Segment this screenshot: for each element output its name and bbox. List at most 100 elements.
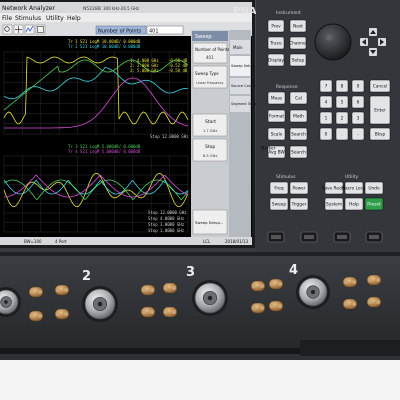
keypad-key[interactable]: 4 — [319, 95, 333, 109]
keypad-enter-label: Enter — [374, 108, 386, 114]
keypad-key[interactable]: 2 — [335, 111, 349, 125]
stimulus-button[interactable]: Freq — [269, 181, 289, 195]
coupler-loop — [268, 278, 284, 290]
instrument-button[interactable]: Display — [267, 53, 284, 67]
upper-stop-label: Stop 12.0000 GHz — [150, 134, 189, 139]
response-button[interactable]: Cal — [289, 91, 308, 105]
stimulus-button-label: Sweep — [272, 202, 287, 208]
port-number-2: 2 — [82, 269, 91, 284]
stop-label: Stop — [205, 144, 215, 150]
response-button-label: Cal — [295, 96, 302, 102]
instrument-button[interactable]: Trace — [267, 36, 285, 50]
keypad-backspace[interactable]: Bksp — [369, 127, 391, 141]
coupler-loop — [162, 306, 178, 318]
keypad-key[interactable]: 5 — [335, 95, 349, 109]
upper-trace-window: Tr 1 S21 LogM 10.00dB/ 0.000dB Tr 2 S21 … — [2, 38, 190, 140]
lower-trace-header-2: Tr 4 S21 LogM 5.000dB/ 0.000dB — [68, 149, 141, 154]
keypad-key[interactable]: 6 — [351, 95, 365, 109]
points-softkey-value: 401 — [206, 55, 214, 60]
knob-icon[interactable] — [314, 23, 352, 61]
instrument-button[interactable]: Channel — [289, 36, 307, 50]
section-stimulus: Stimulus — [276, 174, 296, 180]
stimulus-button[interactable]: Sweep — [269, 197, 289, 211]
keypad-key-label: 0 — [325, 132, 328, 138]
instrument-button-label: Display — [268, 58, 284, 64]
network-analyzer-photo: Network Analyzer N5228B 300 kHz-26.5 GHz… — [0, 0, 400, 400]
lower-trace-window: Tr 3 S21 LogM 5.000dB/ 0.000dB Tr 4 S21 … — [2, 142, 190, 236]
preset-button[interactable]: Preset — [364, 197, 384, 211]
stimulus-button[interactable]: Power — [289, 181, 309, 195]
response-button[interactable]: Meas — [267, 91, 286, 105]
keypad-key[interactable]: 7 — [319, 79, 333, 93]
upper-trace-header-2: Tr 2 S21 LogM 10.00dB/ 0.000dB — [68, 44, 141, 49]
sma-connector-icon[interactable] — [296, 275, 330, 309]
keypad-key[interactable]: 0 — [319, 127, 333, 141]
keypad-key[interactable]: . — [335, 127, 349, 141]
section-response: Response — [276, 84, 298, 90]
status-port: 4 Port — [55, 239, 67, 244]
coupler-loop — [54, 284, 70, 296]
menu-stimulus[interactable]: Stimulus — [15, 15, 41, 22]
coupler-loop — [366, 274, 382, 286]
keypad-key[interactable]: - — [351, 127, 365, 141]
coupler-loop — [268, 300, 284, 312]
tab-segment-table-label: Segment Table — [231, 102, 257, 106]
utility-button[interactable]: Undo — [364, 181, 384, 195]
keypad-enter[interactable]: Enter — [369, 95, 391, 125]
keypad-key-label: 8 — [341, 84, 344, 90]
response-button[interactable]: Format — [267, 109, 286, 123]
sma-connector-icon[interactable] — [192, 280, 228, 316]
response-button-label: Scale — [271, 132, 283, 138]
utility-button[interactable]: Help — [344, 197, 364, 211]
keypad-key-label: . — [341, 133, 342, 138]
response-button[interactable]: Search — [289, 145, 308, 159]
keypad-key-label: 7 — [325, 84, 328, 90]
menu-help[interactable]: Help — [67, 15, 81, 22]
response-button[interactable]: Search — [289, 127, 308, 141]
instrument-button[interactable]: Next — [289, 19, 307, 33]
sma-connector-icon[interactable] — [82, 286, 118, 322]
keypad-cancel-label: Cancel — [373, 84, 388, 90]
section-utility: Utility — [345, 174, 359, 180]
keypad-key[interactable]: 1 — [319, 111, 333, 125]
menu-utility[interactable]: Utility — [46, 15, 64, 22]
utility-button[interactable]: Macro Local — [341, 181, 367, 195]
tab-source-control-label: Source Control — [231, 84, 257, 88]
marker-3-id: 3: — [130, 68, 135, 73]
keypad-key[interactable]: 3 — [351, 111, 365, 125]
keypad-cancel[interactable]: Cancel — [369, 79, 391, 93]
response-button[interactable]: Scale — [267, 127, 286, 141]
keypad-key-label: 3 — [357, 116, 360, 122]
section-instrument: Instrument — [276, 10, 301, 16]
marker-3-freq: 5.000 GHz — [137, 68, 159, 73]
response-button-hidden-label: Marker — [261, 146, 276, 152]
menu-file[interactable]: File — [2, 15, 12, 22]
coupler-loop — [250, 302, 266, 314]
status-lcl: LCL — [203, 239, 211, 244]
points-softkey[interactable] — [192, 42, 228, 64]
lower-stop-3: Stop 3.0000 GHz — [148, 222, 185, 227]
instrument-button[interactable]: Prev — [267, 19, 285, 33]
lower-stop-2: Stop 4.0000 GHz — [148, 216, 185, 221]
coupler-loop — [28, 310, 44, 322]
response-button-label: Meas — [271, 96, 283, 102]
coupler-loop — [28, 286, 44, 298]
stimulus-button-label: Power — [293, 186, 306, 192]
keypad-key-label: 6 — [357, 100, 360, 106]
coupler-loop — [162, 282, 178, 294]
stimulus-button-label: Freq — [274, 186, 283, 192]
utility-button[interactable]: System — [324, 197, 344, 211]
response-button[interactable]: Math — [289, 109, 308, 123]
response-button-label: Search — [291, 132, 306, 138]
instrument-button[interactable]: Setup — [289, 53, 307, 67]
response-button-label: Search — [291, 150, 306, 156]
stimulus-button[interactable]: Trigger — [289, 197, 309, 211]
keypad-key[interactable]: 9 — [351, 79, 365, 93]
sweep-type-label: Sweep Type — [195, 71, 219, 76]
response-button-hidden[interactable]: Marker — [261, 146, 276, 152]
instrument-button-label: Trace — [269, 41, 282, 47]
keypad-key-label: 5 — [341, 100, 344, 106]
keypad-key[interactable]: 8 — [335, 79, 349, 93]
start-label: Start — [205, 119, 216, 125]
marker-3-val: -0.50 dB — [168, 68, 188, 73]
